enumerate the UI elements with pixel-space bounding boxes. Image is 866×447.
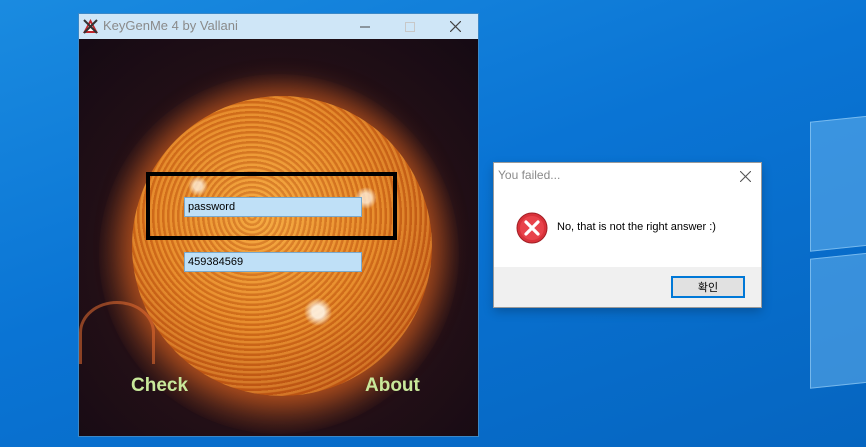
maximize-button[interactable]: [387, 14, 433, 39]
windows-logo-pane-bottom: [810, 251, 866, 389]
dialog-message: No, that is not the right answer :): [557, 221, 716, 233]
app-logo-icon: [83, 19, 98, 34]
close-button[interactable]: [432, 14, 478, 39]
dialog-footer: 확인: [494, 267, 761, 307]
window-title: KeyGenMe 4 by Vallani: [103, 18, 238, 33]
windows-logo-pane-top: [810, 114, 866, 252]
sun-background-image: Check About: [79, 39, 478, 436]
error-dialog: You failed... No, that is not the right …: [494, 163, 761, 307]
title-bar[interactable]: KeyGenMe 4 by Vallani: [79, 14, 478, 39]
close-icon: [739, 170, 751, 182]
serial-input[interactable]: [184, 252, 362, 272]
check-button[interactable]: Check: [131, 375, 188, 397]
solar-prominence: [79, 301, 155, 364]
dialog-title: You failed...: [498, 168, 561, 182]
about-button[interactable]: About: [365, 375, 420, 397]
dialog-close-button[interactable]: [734, 165, 756, 187]
error-icon: [516, 212, 548, 244]
minimize-icon: [360, 26, 370, 27]
minimize-button[interactable]: [342, 14, 388, 39]
ok-button[interactable]: 확인: [671, 276, 745, 298]
sun-disc: [132, 96, 432, 396]
close-icon: [449, 21, 461, 32]
keygenme-window: KeyGenMe 4 by Vallani Check About: [79, 14, 478, 436]
password-input[interactable]: [184, 197, 362, 217]
maximize-icon: [405, 21, 415, 32]
